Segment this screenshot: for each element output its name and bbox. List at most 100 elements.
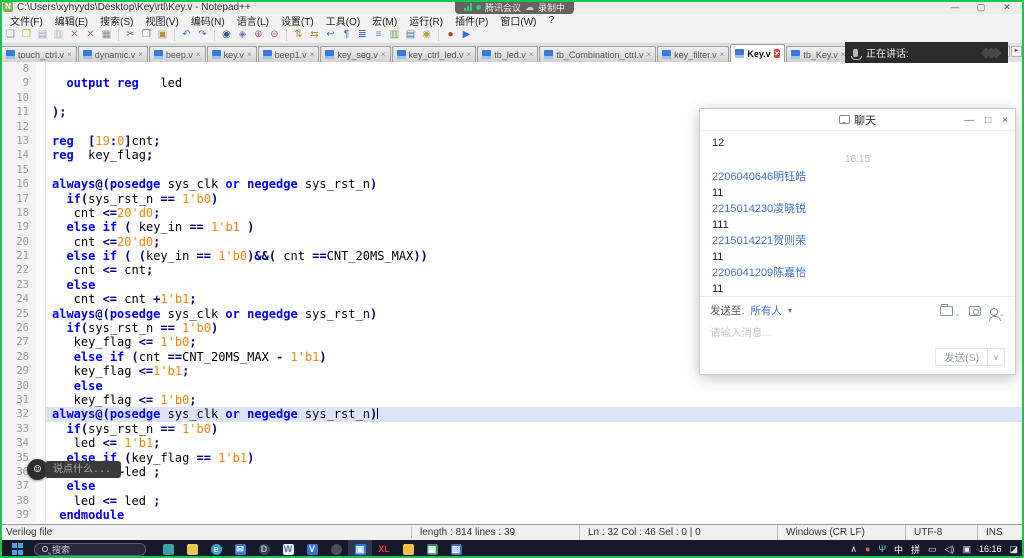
word-wrap-icon[interactable]: ↩	[323, 28, 338, 42]
taskbar-search[interactable]: 搜索	[34, 543, 146, 556]
cut-icon[interactable]: ✂	[123, 28, 138, 42]
menu-item-1[interactable]: 编辑(E)	[49, 13, 94, 28]
indent-guide-icon[interactable]: ≣	[355, 28, 370, 42]
tab-tb_led-v[interactable]: tb_led.v×	[477, 46, 538, 62]
menu-item-7[interactable]: 工具(O)	[320, 13, 366, 28]
chat-close-button[interactable]: ×	[1002, 115, 1008, 126]
tab-close-icon[interactable]: ×	[196, 50, 201, 59]
zoom-out-icon[interactable]: ⊖	[267, 28, 282, 42]
wps-writer-icon[interactable]: W	[276, 540, 300, 558]
meeting-chat-bubble[interactable]: ☺ 说点什么...	[27, 459, 121, 480]
close-button[interactable]: ✕	[994, 2, 1020, 13]
monitoring-icon[interactable]: ◉	[419, 28, 434, 42]
tab-close-icon[interactable]: ×	[67, 50, 72, 59]
sync-vertical-icon[interactable]: ⇅	[291, 28, 306, 42]
record-macro-icon[interactable]: ●	[443, 28, 458, 42]
menu-item-8[interactable]: 宏(M)	[366, 13, 403, 28]
tab-key_filter-v[interactable]: key_filter.v×	[657, 46, 729, 62]
menu-item-2[interactable]: 搜索(S)	[94, 13, 139, 28]
save-icon[interactable]: ▤	[35, 28, 50, 42]
send-options-dropdown[interactable]: ∨	[987, 349, 1004, 365]
chat-message-input[interactable]: 请输入消息...	[710, 325, 1005, 340]
tab-close-icon[interactable]: ×	[646, 50, 651, 59]
sync-horizontal-icon[interactable]: ⇆	[307, 28, 322, 42]
security-app-icon[interactable]: V	[300, 540, 324, 558]
menu-item-12[interactable]: ?	[543, 15, 561, 26]
microphone-icon[interactable]: Ψ	[878, 544, 886, 554]
menu-item-6[interactable]: 设置(T)	[275, 13, 320, 28]
chevron-up-icon[interactable]: ∧	[850, 544, 857, 555]
ime-language-icon[interactable]: 中	[894, 543, 903, 556]
tab-dynamic-v[interactable]: dynamic.v×	[78, 46, 148, 62]
notification-icon[interactable]: ◪	[1009, 544, 1018, 555]
doc-list-icon[interactable]: ▤	[403, 28, 418, 42]
new-file-icon[interactable]: ❏	[3, 28, 18, 42]
dark-app-icon[interactable]	[324, 540, 348, 558]
show-symbols-icon[interactable]: ¶	[339, 28, 354, 42]
menu-item-4[interactable]: 编码(N)	[185, 13, 231, 28]
tab-beep-v[interactable]: beep.v×	[149, 46, 206, 62]
dell-app-icon[interactable]: D	[252, 540, 276, 558]
chat-minimize-button[interactable]: —	[964, 115, 974, 126]
tab-key_seg-v[interactable]: key_seg.v×	[320, 46, 390, 62]
replace-icon[interactable]: ◈	[235, 28, 250, 42]
redo-icon[interactable]: ↷	[195, 28, 210, 42]
wps-sheets-icon[interactable]: ▦	[420, 540, 444, 558]
tab-close-icon[interactable]: ×	[774, 49, 781, 58]
copy-icon[interactable]: ❒	[139, 28, 154, 42]
chat-maximize-button[interactable]: □	[985, 115, 991, 126]
find-icon[interactable]: ◉	[219, 28, 234, 42]
member-select-icon[interactable]: ⌄	[990, 303, 1005, 321]
clock[interactable]: 16:16	[979, 544, 1002, 554]
close-all-icon[interactable]: ✕	[83, 28, 98, 42]
paste-icon[interactable]: ▣	[155, 28, 170, 42]
tab-close-icon[interactable]: ×	[720, 50, 725, 59]
chat-message-list[interactable]: 1216:152206040646明钰皓112215014230凌晓锐11122…	[700, 131, 1015, 296]
tab-close-icon[interactable]: ×	[247, 50, 252, 59]
tab-close-icon[interactable]: ×	[529, 50, 534, 59]
tab-tb_Combination_ctrl-v[interactable]: tb_Combination_ctrl.v×	[539, 46, 656, 62]
tab-scroll-right-button[interactable]: ►	[1011, 46, 1022, 57]
zoom-in-icon[interactable]: ⊕	[251, 28, 266, 42]
network-icon[interactable]: ▣	[962, 544, 971, 555]
save-all-icon[interactable]: ▥	[51, 28, 66, 42]
menu-item-0[interactable]: 文件(F)	[4, 13, 49, 28]
tab-beep1-v[interactable]: beep1.v×	[258, 46, 320, 62]
edge-browser-icon[interactable]: e	[204, 540, 228, 558]
close-icon[interactable]: ✕	[67, 28, 82, 42]
pinned-app-icon[interactable]	[156, 540, 180, 558]
print-icon[interactable]: ▦	[99, 28, 114, 42]
menu-item-11[interactable]: 窗口(W)	[494, 13, 542, 28]
open-folder-icon[interactable]: ❐	[19, 28, 34, 42]
doc-map-icon[interactable]: ▥	[387, 28, 402, 42]
folder-shortcut-icon[interactable]	[396, 540, 420, 558]
tab-Key-v[interactable]: Key.v×	[730, 44, 785, 62]
meeting-status-pill[interactable]: 腾讯会议 ☁ 录制中	[455, 0, 574, 14]
tab-close-icon[interactable]: ×	[381, 50, 386, 59]
mail-app-icon[interactable]: ✉	[228, 540, 252, 558]
tab-key-v[interactable]: key.v×	[207, 46, 257, 62]
ime-mode-icon[interactable]: 拼	[911, 543, 920, 556]
menu-item-9[interactable]: 运行(R)	[403, 13, 449, 28]
tab-close-icon[interactable]: ×	[310, 50, 315, 59]
screenshot-icon[interactable]	[969, 303, 981, 321]
menu-item-5[interactable]: 语言(L)	[231, 13, 275, 28]
tencent-meeting-icon[interactable]: ▣	[348, 540, 372, 558]
play-macro-icon[interactable]: ▶	[459, 28, 474, 42]
start-button[interactable]	[12, 543, 24, 555]
tab-tb_Key-v[interactable]: tb_Key.v×	[786, 46, 850, 62]
undo-icon[interactable]: ↶	[179, 28, 194, 42]
send-to-selector[interactable]: 所有人	[750, 303, 782, 318]
thunder-app-icon[interactable]: XL	[372, 540, 396, 558]
function-list-icon[interactable]: ≡	[371, 28, 386, 42]
tab-close-icon[interactable]: ×	[467, 50, 472, 59]
cast-screen-icon[interactable]: ▭	[928, 544, 937, 555]
send-button[interactable]: 发送(S) ∨	[935, 348, 1005, 366]
menu-item-3[interactable]: 视图(V)	[139, 13, 184, 28]
tray-red-app-icon[interactable]: ●	[865, 544, 870, 554]
menu-item-10[interactable]: 插件(P)	[449, 13, 494, 28]
photos-app-icon[interactable]: ▧	[444, 540, 468, 558]
volume-icon[interactable]: ◁)	[945, 544, 955, 555]
folder-select-icon[interactable]: ⌄	[940, 303, 960, 321]
tab-touch_ctrl-v[interactable]: touch_ctrl.v×	[1, 46, 77, 62]
